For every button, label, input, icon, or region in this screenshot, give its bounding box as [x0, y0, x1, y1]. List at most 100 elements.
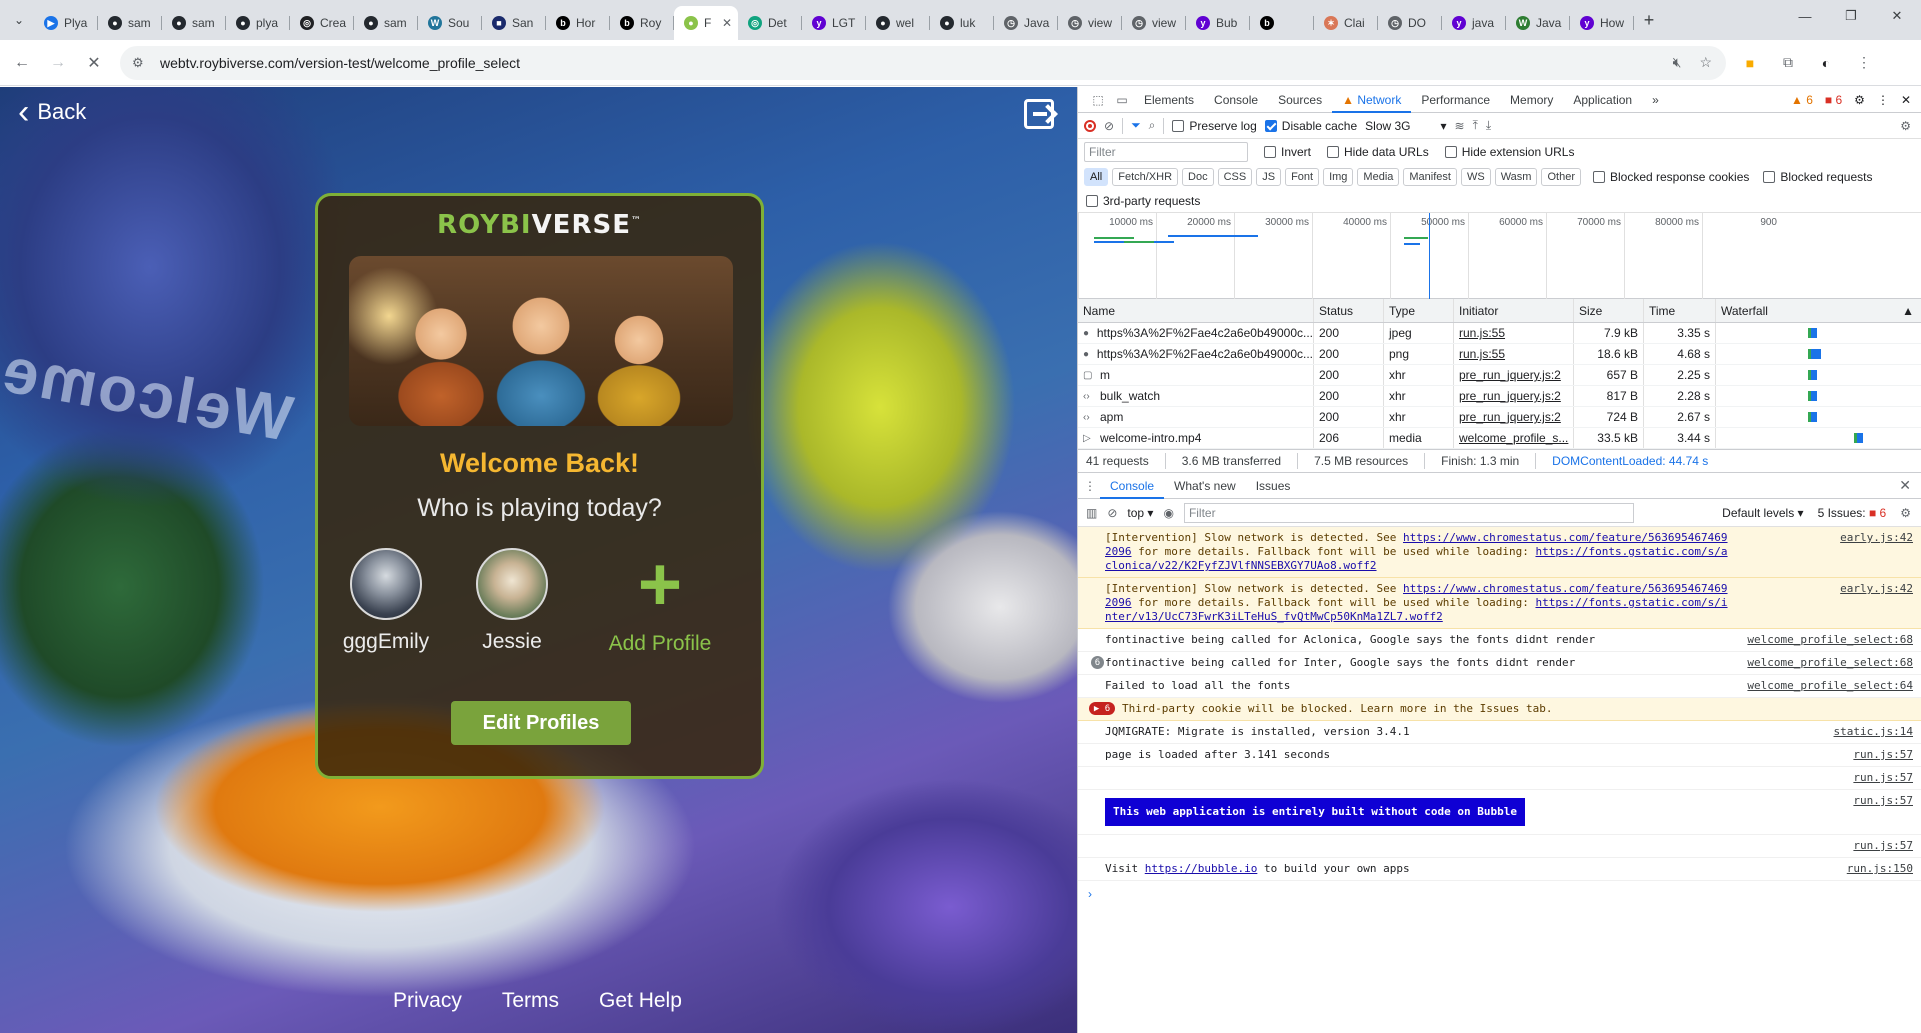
- type-filter-all[interactable]: All: [1084, 168, 1109, 186]
- browser-tab[interactable]: ● wel: [866, 6, 930, 40]
- avatar[interactable]: [476, 548, 548, 620]
- context-select[interactable]: top ▾: [1127, 506, 1153, 520]
- plus-icon[interactable]: +: [600, 547, 720, 623]
- issues-counter[interactable]: 5 Issues: ■ 6: [1818, 506, 1887, 520]
- settings-gear-icon[interactable]: ⚙: [1854, 93, 1865, 107]
- browser-tab[interactable]: ● sam: [162, 6, 226, 40]
- new-tab-button[interactable]: +: [1634, 10, 1664, 31]
- drawer-menu-icon[interactable]: ⋮: [1084, 479, 1100, 493]
- type-filter-manifest[interactable]: Manifest: [1403, 168, 1457, 186]
- console-source-link[interactable]: run.js:57: [1743, 794, 1913, 830]
- browser-tab[interactable]: y LGT: [802, 6, 866, 40]
- browser-tab[interactable]: ■ San: [482, 6, 546, 40]
- browser-tab[interactable]: ▶ Plya: [34, 6, 98, 40]
- column-header-name[interactable]: Name: [1078, 299, 1314, 322]
- edit-profiles-button[interactable]: Edit Profiles: [451, 701, 631, 745]
- browser-tab[interactable]: b: [1250, 6, 1314, 40]
- request-name[interactable]: ▢ m: [1078, 365, 1314, 385]
- console-source-link[interactable]: welcome_profile_select:68: [1743, 656, 1913, 670]
- browser-tab[interactable]: ● sam: [354, 6, 418, 40]
- extensions-puzzle-icon[interactable]: ⧉: [1774, 49, 1802, 77]
- blocked-cookies-checkbox[interactable]: Blocked response cookies: [1592, 170, 1749, 184]
- request-initiator[interactable]: pre_run_jquery.js:2: [1454, 407, 1574, 427]
- third-party-checkbox[interactable]: 3rd-party requests: [1086, 194, 1200, 208]
- log-levels-select[interactable]: Default levels ▾: [1722, 506, 1803, 520]
- request-initiator[interactable]: run.js:55: [1454, 344, 1574, 364]
- search-icon[interactable]: ⌕: [1149, 118, 1156, 133]
- console-source-link[interactable]: early.js:42: [1743, 531, 1913, 573]
- extension-icon[interactable]: ■: [1736, 49, 1764, 77]
- request-name[interactable]: ‹› apm: [1078, 407, 1314, 427]
- console-source-link[interactable]: run.js:57: [1743, 839, 1913, 853]
- column-header-initiator[interactable]: Initiator: [1454, 299, 1574, 322]
- devtools-tab-performance[interactable]: Performance: [1411, 87, 1500, 113]
- request-initiator[interactable]: welcome_profile_s...: [1454, 428, 1574, 448]
- get-help-link[interactable]: Get Help: [599, 989, 682, 1013]
- request-name[interactable]: ‹› bulk_watch: [1078, 386, 1314, 406]
- browser-tab[interactable]: ◷ DO: [1378, 6, 1442, 40]
- profile-avatar-icon[interactable]: ◐: [1812, 49, 1840, 77]
- stop-loading-icon[interactable]: ✕: [80, 49, 108, 77]
- browser-tab[interactable]: b Roy: [610, 6, 674, 40]
- column-header-waterfall[interactable]: Waterfall ▲: [1716, 299, 1921, 322]
- type-filter-css[interactable]: CSS: [1217, 168, 1253, 186]
- console-source-link[interactable]: welcome_profile_select:64: [1743, 679, 1913, 693]
- column-header-size[interactable]: Size: [1574, 299, 1644, 322]
- table-row[interactable]: ‹› apm 200 xhr pre_run_jquery.js:2 724 B 2.67 …: [1078, 407, 1921, 428]
- bookmark-star-icon[interactable]: ☆: [1699, 54, 1712, 71]
- type-filter-media[interactable]: Media: [1357, 168, 1400, 186]
- site-info-icon[interactable]: ⚙: [132, 55, 150, 71]
- media-muted-icon[interactable]: 🔇︎: [1673, 54, 1682, 71]
- close-devtools-icon[interactable]: ✕: [1901, 93, 1911, 107]
- minimize-icon[interactable]: —: [1782, 0, 1828, 32]
- invert-checkbox[interactable]: Invert: [1264, 145, 1311, 159]
- browser-tab[interactable]: W Sou: [418, 6, 482, 40]
- request-initiator[interactable]: pre_run_jquery.js:2: [1454, 365, 1574, 385]
- browser-tab[interactable]: y How: [1570, 6, 1634, 40]
- avatar[interactable]: [350, 548, 422, 620]
- browser-tab[interactable]: ● luk: [930, 6, 994, 40]
- repeat-count-badge[interactable]: ▶ 6: [1089, 702, 1115, 715]
- clear-icon[interactable]: ⊘: [1104, 119, 1114, 133]
- browser-tab[interactable]: ◎ Crea: [290, 6, 354, 40]
- type-filter-doc[interactable]: Doc: [1182, 168, 1214, 186]
- request-initiator[interactable]: run.js:55: [1454, 323, 1574, 343]
- logout-icon[interactable]: [1024, 99, 1054, 129]
- type-filter-fetch-xhr[interactable]: Fetch/XHR: [1112, 168, 1179, 186]
- request-name[interactable]: ● https%3A%2F%2Fae4c2a6e0b49000c...: [1078, 323, 1314, 343]
- table-row[interactable]: ● https%3A%2F%2Fae4c2a6e0b49000c... 200 jpe…: [1078, 323, 1921, 344]
- drawer-tab-whats-new[interactable]: What's new: [1164, 473, 1246, 499]
- browser-tab[interactable]: ◷ view: [1058, 6, 1122, 40]
- errors-counter[interactable]: ■ 6: [1825, 93, 1842, 107]
- column-header-time[interactable]: Time: [1644, 299, 1716, 322]
- add-profile-button[interactable]: + Add Profile: [600, 547, 720, 656]
- console-sidebar-icon[interactable]: ▥: [1086, 506, 1097, 520]
- browser-tab[interactable]: ● F ✕: [674, 6, 738, 40]
- disable-cache-checkbox[interactable]: Disable cache: [1264, 119, 1357, 133]
- more-tabs-button[interactable]: »: [1642, 87, 1669, 113]
- browser-tab[interactable]: ✶ Clai: [1314, 6, 1378, 40]
- back-button[interactable]: ‹ Back: [18, 95, 86, 129]
- throttling-select[interactable]: Slow 3G ▾: [1365, 119, 1446, 133]
- live-expression-eye-icon[interactable]: ◉: [1163, 506, 1173, 520]
- close-drawer-icon[interactable]: ✕: [1899, 477, 1911, 494]
- type-filter-wasm[interactable]: Wasm: [1494, 168, 1538, 186]
- browser-tab[interactable]: ◷ view: [1122, 6, 1186, 40]
- column-header-type[interactable]: Type: [1384, 299, 1454, 322]
- console-source-link[interactable]: run.js:150: [1743, 862, 1913, 876]
- devtools-tab-network[interactable]: ▲ Network: [1332, 87, 1412, 113]
- clear-console-icon[interactable]: ⊘: [1107, 506, 1117, 520]
- console-source-link[interactable]: early.js:42: [1743, 582, 1913, 624]
- type-filter-js[interactable]: JS: [1256, 168, 1282, 186]
- devtools-tab-console[interactable]: Console: [1204, 87, 1268, 113]
- back-arrow-icon[interactable]: ←: [8, 49, 36, 77]
- devtools-tab-sources[interactable]: Sources: [1268, 87, 1332, 113]
- address-bar[interactable]: ⚙ webtv.roybiverse.com/version-test/welc…: [120, 45, 1726, 80]
- hide-data-urls-checkbox[interactable]: Hide data URLs: [1327, 145, 1429, 159]
- record-icon[interactable]: [1084, 119, 1096, 132]
- devtools-tab-elements[interactable]: Elements: [1134, 87, 1204, 113]
- inspect-element-icon[interactable]: ⬚: [1086, 93, 1110, 107]
- request-name[interactable]: ● https%3A%2F%2Fae4c2a6e0b49000c...: [1078, 344, 1314, 364]
- drawer-tab-issues[interactable]: Issues: [1246, 473, 1301, 499]
- close-tab-icon[interactable]: ✕: [722, 16, 732, 30]
